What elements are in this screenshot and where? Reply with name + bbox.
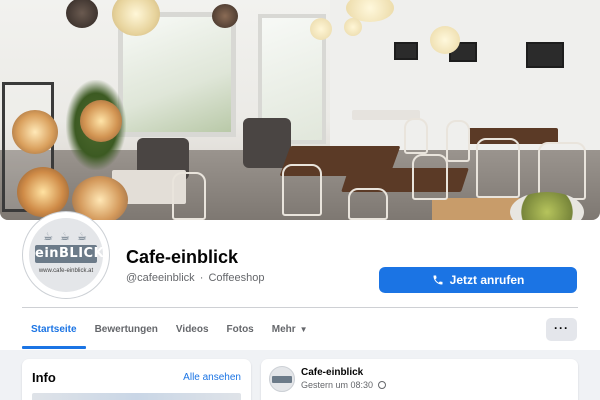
- post-timestamp[interactable]: Gestern um 08:30: [301, 380, 386, 390]
- call-now-button[interactable]: Jetzt anrufen: [379, 267, 577, 293]
- page-subtitle: @cafeeinblick · Coffeeshop: [126, 272, 265, 284]
- pendant-lamp: [430, 26, 460, 54]
- info-title: Info: [32, 370, 56, 385]
- tab-startseite[interactable]: Startseite: [22, 314, 86, 349]
- pendant-lamp: [344, 18, 362, 36]
- globe-lamp: [72, 176, 128, 220]
- mini-logo: [272, 376, 292, 383]
- tab-fotos[interactable]: Fotos: [218, 314, 263, 348]
- page-title: Cafe-einblick: [126, 247, 239, 267]
- tab-mehr[interactable]: Mehr ▼: [263, 314, 317, 348]
- wall-picture: [526, 42, 564, 68]
- wall-picture: [394, 42, 418, 60]
- divider: [22, 307, 578, 308]
- post-author[interactable]: Cafe-einblick: [301, 367, 363, 378]
- cup-icon: ☕ ☕ ☕: [43, 231, 89, 243]
- page-handle: @cafeeinblick: [126, 272, 195, 284]
- profile-avatar[interactable]: ☕ ☕ ☕ einBLICK www.cafe-einblick.at: [23, 212, 109, 298]
- post-card: Cafe-einblick Gestern um 08:30: [261, 359, 578, 400]
- tab-bewertungen[interactable]: Bewertungen: [86, 314, 167, 348]
- pendant-lamp: [310, 18, 332, 40]
- logo-url: www.cafe-einblick.at: [38, 268, 94, 274]
- post-avatar[interactable]: [269, 366, 295, 392]
- pendant-lamp: [66, 0, 98, 28]
- caret-down-icon: ▼: [299, 325, 308, 334]
- more-icon: ···: [554, 320, 569, 335]
- info-content-preview: [32, 393, 241, 400]
- cover-photo[interactable]: [0, 0, 600, 220]
- pendant-lamp: [212, 4, 238, 28]
- globe-lamp: [17, 167, 69, 217]
- separator: ·: [199, 272, 204, 284]
- more-options-button[interactable]: ···: [546, 318, 577, 341]
- globe-lamp: [12, 110, 58, 154]
- phone-icon: [433, 275, 443, 285]
- logo-text: einBLICK: [35, 245, 105, 263]
- globe-icon: [377, 381, 386, 389]
- see-all-link[interactable]: Alle ansehen: [183, 372, 241, 383]
- page-category[interactable]: Coffeeshop: [208, 272, 264, 284]
- call-now-label: Jetzt anrufen: [449, 273, 525, 287]
- globe-lamp: [80, 100, 122, 142]
- info-card: Info Alle ansehen: [22, 359, 251, 400]
- tab-videos[interactable]: Videos: [167, 314, 218, 348]
- page-tabs: Startseite Bewertungen Videos Fotos Mehr…: [22, 314, 317, 350]
